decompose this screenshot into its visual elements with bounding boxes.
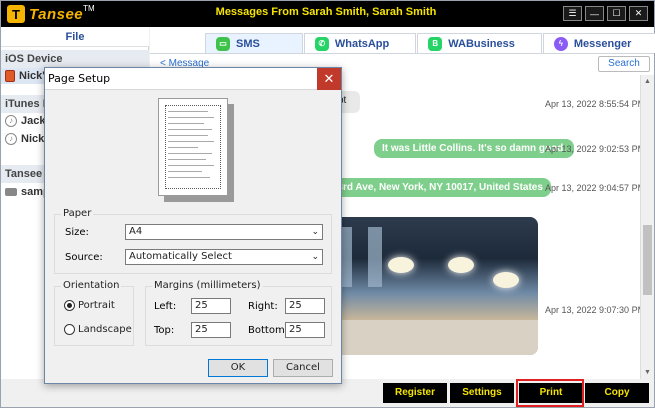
ok-button[interactable]: OK [208, 359, 268, 377]
radio-unselected-icon [64, 324, 75, 335]
maximize-button[interactable]: ☐ [607, 6, 626, 21]
messenger-icon: ϟ [553, 36, 568, 51]
margin-right-input[interactable]: 25 [285, 298, 325, 314]
sms-icon: ▭ [216, 36, 230, 51]
itunes-icon: ♪ [5, 115, 17, 127]
message-bubble-outgoing[interactable]: 708 3rd Ave, New York, NY 10017, United … [310, 178, 551, 197]
itunes-icon: ♪ [5, 133, 17, 145]
message-timestamp: Apr 13, 2022 8:55:54 PM [545, 99, 646, 109]
message-timestamp: Apr 13, 2022 9:07:30 PM [545, 305, 646, 315]
drive-icon [5, 188, 17, 196]
paper-size-select[interactable]: A4 ⌄ [125, 224, 323, 240]
dialog-title: Page Setup [48, 72, 111, 85]
menu-button[interactable]: ☰ [563, 6, 582, 21]
print-button[interactable]: Print [519, 383, 583, 403]
paper-source-select[interactable]: Automatically Select ⌄ [125, 249, 323, 265]
margin-bottom-input[interactable]: 25 [285, 322, 325, 338]
copy-button[interactable]: Copy [585, 383, 649, 403]
dialog-title-bar[interactable]: Page Setup ✕ [45, 68, 341, 90]
cancel-button[interactable]: Cancel [273, 359, 333, 377]
tab-label: WABusiness [448, 37, 515, 50]
chevron-down-icon: ⌄ [311, 252, 319, 262]
margins-group-label: Margins (millimeters) [152, 280, 263, 291]
message-timestamp: Apr 13, 2022 9:04:57 PM [545, 183, 646, 193]
paper-size-value: A4 [129, 226, 143, 237]
message-tabs: ▭ SMS ✆ WhatsApp B WABusiness ϟ Messenge… [205, 33, 655, 53]
tab-label: WhatsApp [334, 37, 390, 50]
window-title: Messages From Sarah Smith, Sarah Smith [215, 6, 437, 18]
register-button[interactable]: Register [383, 383, 447, 403]
paper-source-value: Automatically Select [129, 251, 232, 262]
phone-icon [5, 70, 15, 82]
size-label: Size: [65, 227, 89, 238]
margin-right-label: Right: [248, 301, 278, 312]
whatsapp-icon: ✆ [314, 36, 329, 51]
tab-label: SMS [236, 37, 260, 50]
portrait-label: Portrait [78, 300, 115, 311]
tab-wabusiness[interactable]: B WABusiness [417, 33, 542, 53]
section-ios-device: iOS Device [1, 50, 149, 68]
margin-top-label: Top: [154, 325, 175, 336]
dialog-close-button[interactable]: ✕ [317, 68, 341, 90]
logo-trademark: TM [83, 3, 95, 13]
close-window-button[interactable]: ✕ [629, 6, 648, 21]
radio-selected-icon [64, 300, 75, 311]
landscape-label: Landscape [78, 324, 132, 335]
title-bar[interactable]: T Tansee TM Messages From Sarah Smith, S… [1, 1, 654, 27]
margin-bottom-label: Bottom: [248, 325, 289, 336]
paper-group-label: Paper [61, 208, 94, 219]
page-setup-dialog: Page Setup ✕ Paper Size: A4 ⌄ Source: Au… [44, 67, 342, 384]
file-menu[interactable]: File [1, 27, 149, 47]
window-controls: ☰ — ☐ ✕ [563, 6, 648, 21]
portrait-radio[interactable]: Portrait [64, 300, 115, 311]
chevron-down-icon: ⌄ [311, 227, 319, 237]
logo-text: Tansee [29, 5, 84, 23]
scroll-up-icon[interactable]: ▲ [641, 75, 654, 88]
message-image[interactable] [328, 217, 538, 355]
tab-label: Messenger [573, 37, 632, 50]
tansee-logo: T Tansee TM [7, 4, 95, 24]
scroll-down-icon[interactable]: ▼ [641, 366, 654, 379]
margin-top-input[interactable]: 25 [191, 322, 231, 338]
scroll-thumb[interactable] [643, 225, 652, 295]
chat-scrollbar[interactable]: ▲ ▼ [640, 75, 654, 379]
landscape-radio[interactable]: Landscape [64, 324, 132, 335]
tansee-logo-icon: T [7, 5, 25, 23]
minimize-button[interactable]: — [585, 6, 604, 21]
search-button[interactable]: Search [598, 56, 650, 72]
orientation-group: Orientation [54, 280, 134, 346]
margin-left-label: Left: [154, 301, 177, 312]
settings-button[interactable]: Settings [450, 383, 514, 403]
tab-sms[interactable]: ▭ SMS [205, 33, 303, 53]
tab-messenger[interactable]: ϟ Messenger [542, 33, 655, 53]
margin-left-input[interactable]: 25 [191, 298, 231, 314]
message-timestamp: Apr 13, 2022 9:02:53 PM [545, 144, 646, 154]
source-label: Source: [65, 252, 103, 263]
wabusiness-icon: B [428, 36, 443, 51]
orientation-group-label: Orientation [61, 280, 122, 291]
tab-whatsapp[interactable]: ✆ WhatsApp [303, 33, 417, 53]
paper-group: Paper [54, 208, 332, 274]
page-preview [158, 98, 228, 196]
